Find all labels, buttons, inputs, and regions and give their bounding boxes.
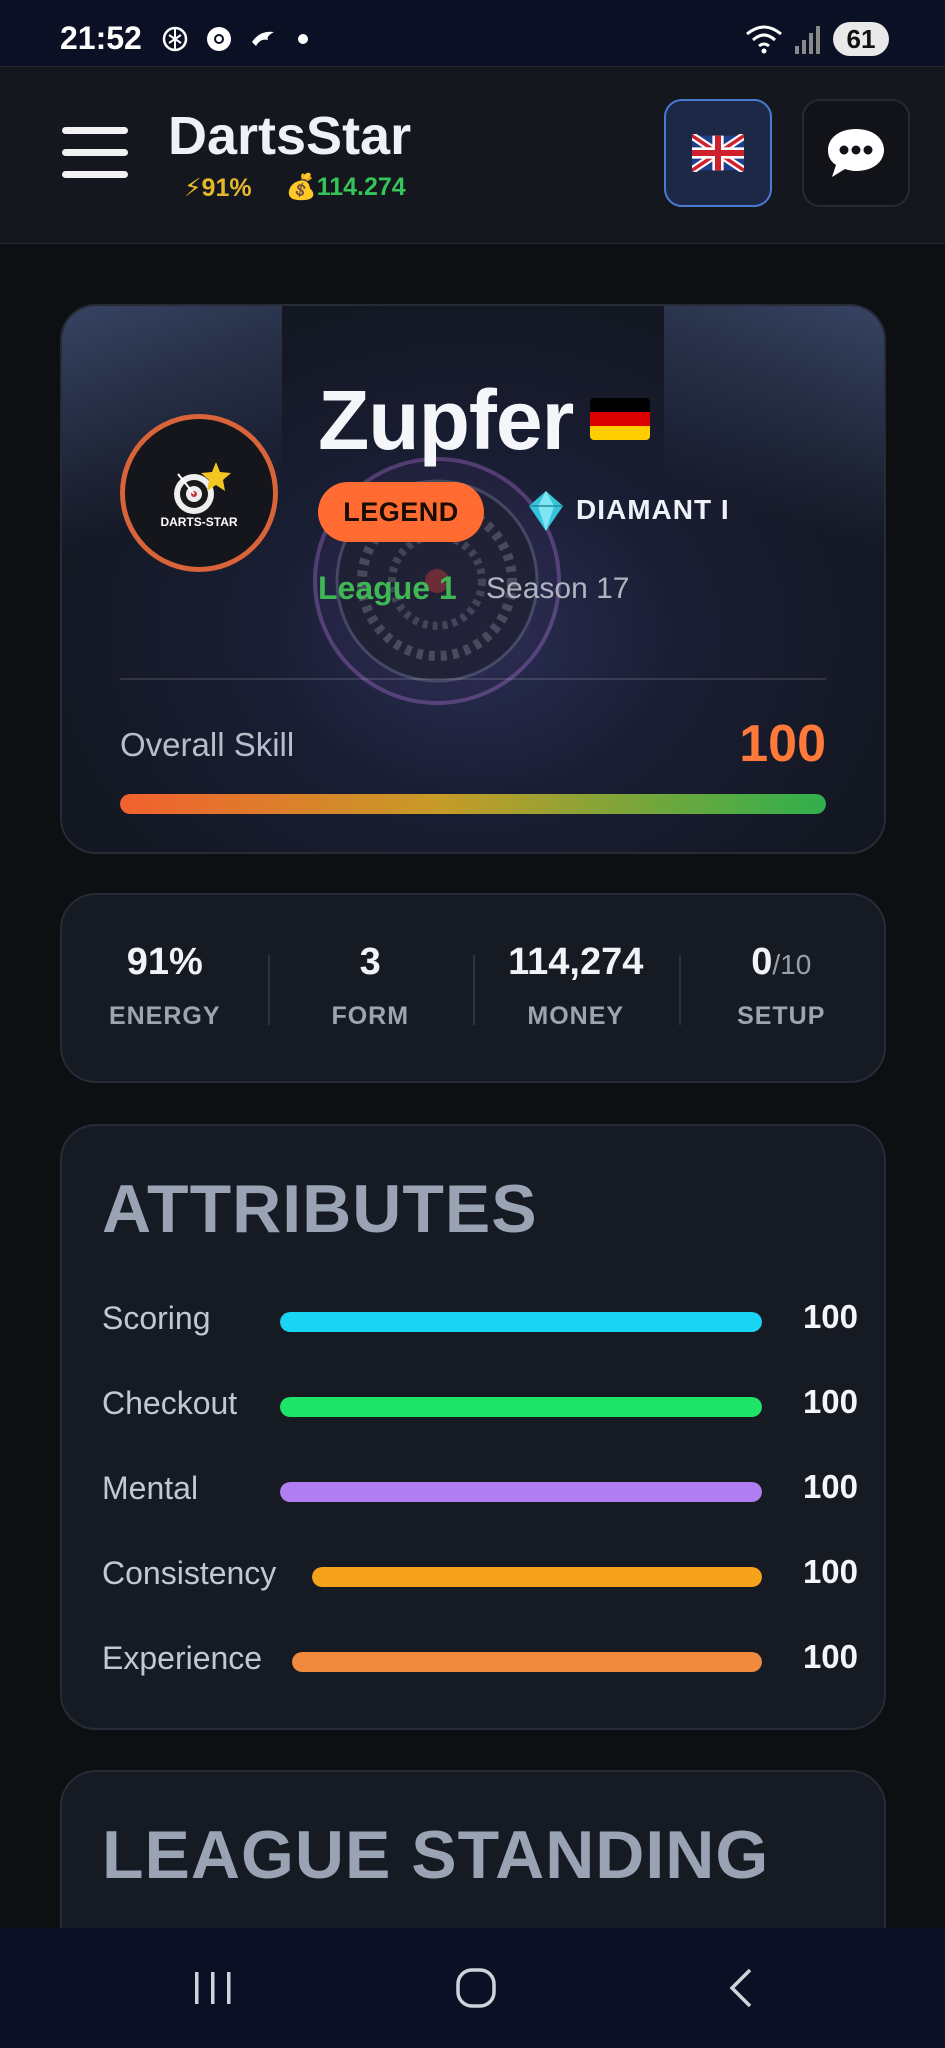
season-label: Season 17 <box>486 572 630 605</box>
attribute-name: Scoring <box>102 1300 211 1336</box>
rank-label: DIAMANT I <box>576 494 730 525</box>
attribute-name: Checkout <box>102 1385 238 1421</box>
attribute-value: 100 <box>802 1553 858 1590</box>
attribute-row-scoring: Scoring 100 <box>102 1294 858 1344</box>
notification-dot <box>298 34 308 44</box>
attribute-name: Consistency <box>102 1555 277 1591</box>
battery-indicator: 61 <box>833 22 889 56</box>
stat-setup: 0/10 SETUP <box>678 895 885 1081</box>
system-nav-bar <box>0 1928 945 2048</box>
overall-skill-bar <box>120 794 826 814</box>
back-button[interactable] <box>712 1958 772 2018</box>
stat-money: 114,274 MONEY <box>473 895 679 1081</box>
stat-value-number: 91% <box>126 941 203 983</box>
header-stats: ⚡91% 💰114.274 <box>184 173 406 203</box>
attribute-value: 100 <box>802 1638 858 1675</box>
status-time: 21:52 <box>60 20 142 56</box>
header-money: 💰114.274 <box>285 173 406 201</box>
player-name: Zupfer <box>318 373 574 467</box>
stat-energy: 91% ENERGY <box>62 895 268 1081</box>
overall-skill-fill <box>120 794 826 814</box>
app-title: DartsStar <box>168 106 412 166</box>
menu-icon[interactable] <box>62 127 128 179</box>
attribute-bar <box>312 1567 762 1587</box>
stat-value-suffix: /10 <box>772 949 812 980</box>
attribute-bar <box>280 1397 762 1417</box>
overall-skill-label: Overall Skill <box>120 726 295 763</box>
signal-icon <box>795 26 820 54</box>
attribute-bar-fill <box>312 1567 762 1587</box>
avatar[interactable]: DARTS-STAR <box>120 414 278 572</box>
stat-form: 3 FORM <box>267 895 474 1081</box>
uk-flag-icon <box>692 134 744 172</box>
attribute-bar <box>280 1482 762 1502</box>
attribute-row-checkout: Checkout 100 <box>102 1379 858 1429</box>
germany-flag-icon <box>590 398 650 440</box>
stat-value-number: 114,274 <box>508 941 644 983</box>
profile-card: DARTS-STAR Zupfer LEGEND DIAMANT I Leagu… <box>60 304 886 854</box>
league-label[interactable]: League 1 <box>318 570 457 607</box>
attributes-card: ATTRIBUTES Scoring 100 Checkout 100 Mental 10… <box>60 1124 886 1730</box>
stat-value: 91% <box>62 941 268 984</box>
attribute-bar-fill <box>280 1312 762 1332</box>
back-icon <box>729 1968 752 2008</box>
home-button[interactable] <box>446 1958 506 2018</box>
attribute-value: 100 <box>802 1298 858 1335</box>
stats-card: 91% ENERGY 3 FORM 114,274 MONEY 0/10 SETUP <box>60 893 886 1083</box>
attributes-title: ATTRIBUTES <box>102 1171 538 1247</box>
home-icon <box>456 1968 496 2008</box>
status-left-icons <box>160 24 308 54</box>
language-button[interactable] <box>664 99 772 207</box>
wifi-icon <box>746 25 782 54</box>
stat-value-number: 3 <box>359 941 381 983</box>
attribute-value: 100 <box>802 1383 858 1420</box>
app-header: DartsStar ⚡91% 💰114.274 <box>0 66 945 244</box>
attribute-bar <box>280 1312 762 1332</box>
stat-value: 114,274 <box>473 941 679 984</box>
recent-apps-button[interactable] <box>183 1958 243 2018</box>
recent-apps-icon <box>195 1972 231 2004</box>
diamond-rank-icon <box>529 491 563 531</box>
divider <box>120 678 826 680</box>
attribute-name: Mental <box>102 1470 199 1506</box>
status-right-icons: 61 <box>745 22 889 56</box>
attribute-bar <box>292 1652 762 1672</box>
status-bar: 21:52 61 <box>0 0 945 66</box>
attribute-row-consistency: Consistency 100 <box>102 1549 858 1599</box>
attribute-bar-fill <box>280 1397 762 1417</box>
stat-value: 3 <box>268 941 474 984</box>
attribute-value: 100 <box>802 1468 858 1505</box>
spotlight-right <box>664 306 884 586</box>
overall-skill-value: 100 <box>739 715 826 773</box>
stat-label: ENERGY <box>108 1002 221 1030</box>
attribute-name: Experience <box>102 1640 263 1676</box>
attribute-bar-fill <box>280 1482 762 1502</box>
stat-value-number: 0 <box>751 941 773 983</box>
stat-label: MONEY <box>527 1002 625 1030</box>
chat-bubble-icon <box>828 129 884 177</box>
stat-label: SETUP <box>737 1002 826 1030</box>
avatar-label: DARTS-STAR <box>160 515 238 529</box>
header-energy: ⚡91% <box>184 174 252 202</box>
attribute-row-experience: Experience 100 <box>102 1634 858 1684</box>
chat-button[interactable] <box>802 99 910 207</box>
legend-badge: LEGEND <box>318 482 484 542</box>
bird-icon <box>252 31 274 46</box>
attribute-bar-fill <box>292 1652 762 1672</box>
openai-icon <box>162 26 188 52</box>
league-standing-title: LEAGUE STANDING <box>102 1817 770 1893</box>
stat-label: FORM <box>331 1002 410 1030</box>
stat-value: 0/10 <box>679 941 885 984</box>
chrome-icon <box>207 27 231 51</box>
attribute-row-mental: Mental 100 <box>102 1464 858 1514</box>
